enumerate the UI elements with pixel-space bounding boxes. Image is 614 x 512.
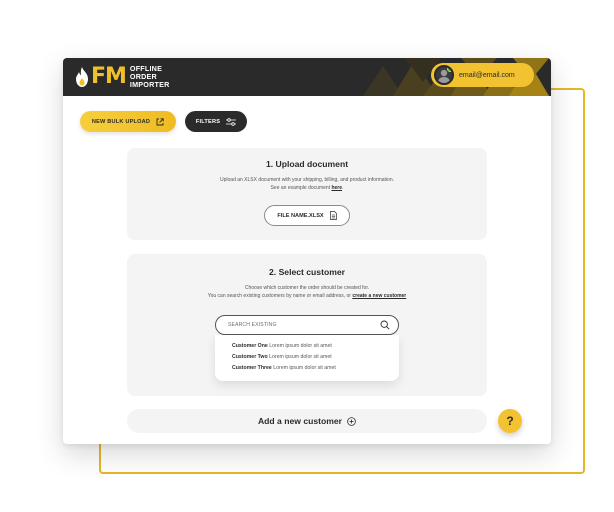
upload-desc-line-1: Upload an XLSX document with your shippi… bbox=[220, 177, 394, 183]
file-select-button[interactable]: FILE NAME.XLSX bbox=[264, 205, 350, 226]
file-name-label: FILE NAME.XLSX bbox=[277, 212, 324, 219]
customer-desc-prefix: You can search existing customers by nam… bbox=[207, 293, 353, 299]
customer-title: 2. Select customer bbox=[269, 267, 345, 277]
user-email: email@email.com bbox=[459, 71, 515, 79]
select-customer-panel: 2. Select customer Choose which customer… bbox=[127, 254, 487, 396]
logo-letters: FM bbox=[91, 64, 127, 89]
top-header: FM OFFLINE ORDER IMPORTER email@email.co… bbox=[63, 58, 551, 96]
list-item[interactable]: Customer Two Lorem ipsum dolor sit amet bbox=[232, 352, 399, 363]
add-customer-label: Add a new customer bbox=[257, 416, 343, 426]
create-new-customer-link[interactable]: create a new customer bbox=[352, 293, 406, 299]
upload-title: 1. Upload document bbox=[265, 159, 349, 169]
logo-wordmark: OFFLINE ORDER IMPORTER bbox=[130, 65, 170, 89]
customer-description: Choose which customer the order should b… bbox=[127, 284, 487, 300]
user-menu-button[interactable]: email@email.com bbox=[431, 63, 534, 87]
upload-desc-suffix: . bbox=[342, 185, 344, 191]
customer-name: Customer Two bbox=[232, 354, 268, 360]
upload-desc-prefix: See an example document bbox=[270, 185, 332, 191]
upload-description: Upload an XLSX document with your shippi… bbox=[127, 176, 487, 192]
brand-logo[interactable]: FM OFFLINE ORDER IMPORTER bbox=[75, 63, 169, 91]
customer-results-dropdown: Customer One Lorem ipsum dolor sit amet … bbox=[215, 335, 399, 381]
customer-search-input[interactable]: SEARCH EXISTING bbox=[215, 315, 399, 335]
upload-document-panel: 1. Upload document Upload an XLSX docume… bbox=[127, 148, 487, 240]
customer-name: Customer Three bbox=[232, 365, 272, 371]
customer-detail: Lorem ipsum dolor sit amet bbox=[269, 354, 332, 360]
customer-name: Customer One bbox=[232, 343, 268, 349]
online-status-dot bbox=[447, 67, 452, 72]
search-placeholder: SEARCH EXISTING bbox=[228, 322, 277, 328]
document-icon bbox=[329, 211, 337, 220]
customer-desc-line-1: Choose which customer the order should b… bbox=[244, 285, 370, 291]
sliders-icon bbox=[226, 117, 237, 126]
customer-desc-line-2: You can search existing customers by nam… bbox=[127, 292, 487, 300]
new-bulk-upload-label: NEW BULK UPLOAD bbox=[91, 118, 151, 125]
customer-detail: Lorem ipsum dolor sit amet bbox=[273, 365, 336, 371]
flame-icon bbox=[75, 67, 89, 87]
new-bulk-upload-button[interactable]: NEW BULK UPLOAD bbox=[80, 111, 176, 132]
search-icon[interactable] bbox=[380, 320, 390, 332]
app-window: FM OFFLINE ORDER IMPORTER email@email.co… bbox=[63, 58, 551, 444]
customer-detail: Lorem ipsum dolor sit amet bbox=[269, 343, 332, 349]
list-item[interactable]: Customer One Lorem ipsum dolor sit amet bbox=[232, 341, 399, 352]
avatar bbox=[434, 65, 454, 85]
add-new-customer-button[interactable]: Add a new customer bbox=[127, 409, 487, 433]
upload-desc-line-2: See an example document here. bbox=[127, 184, 487, 192]
logo-line-3: IMPORTER bbox=[129, 80, 170, 89]
help-button[interactable]: ? bbox=[498, 409, 522, 433]
example-document-link[interactable]: here bbox=[331, 185, 342, 191]
filters-label: FILTERS bbox=[195, 118, 221, 125]
list-item[interactable]: Customer Three Lorem ipsum dolor sit ame… bbox=[232, 363, 399, 374]
plus-circle-icon bbox=[347, 416, 356, 426]
filters-button[interactable]: FILTERS bbox=[185, 111, 247, 132]
external-link-icon bbox=[156, 117, 164, 126]
